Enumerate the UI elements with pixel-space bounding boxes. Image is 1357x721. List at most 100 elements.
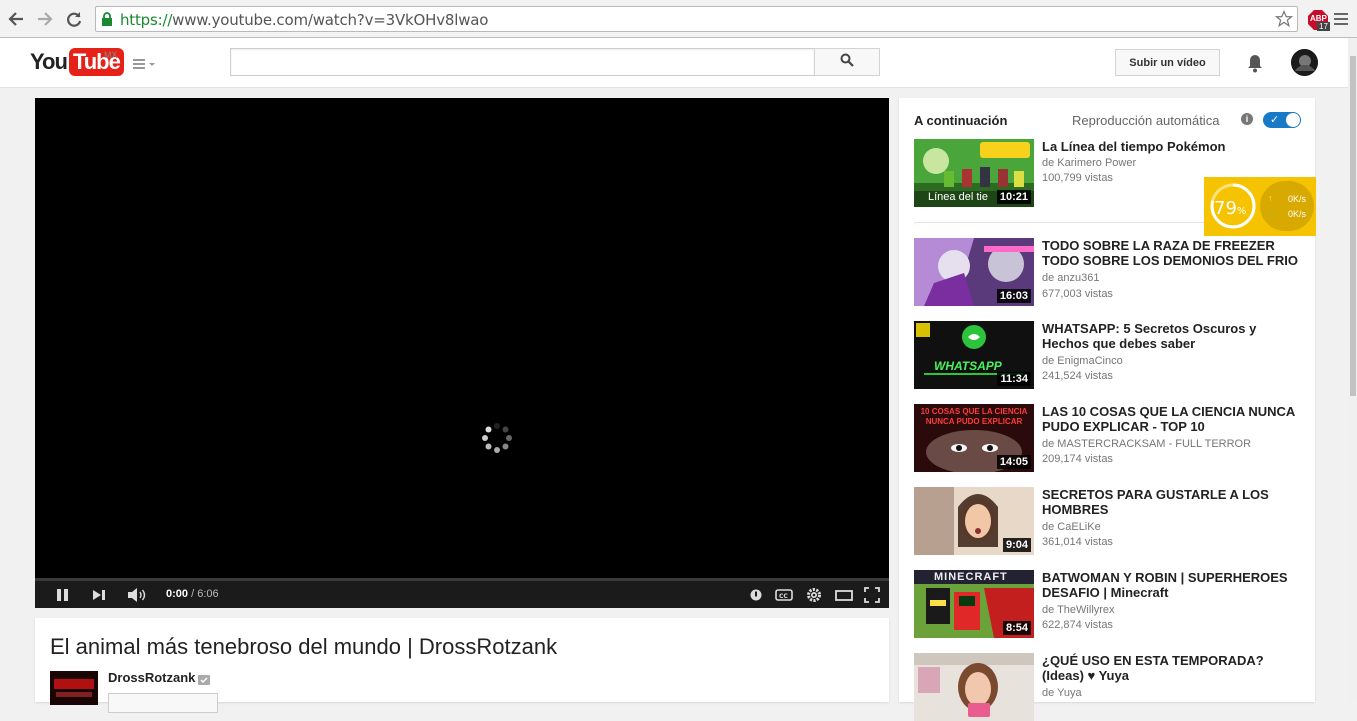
related-video-channel: de EnigmaCinco xyxy=(1042,355,1123,367)
related-video-title[interactable]: ¿QUÉ USO EN ESTA TEMPORADA? (Ideas) ♥ Yu… xyxy=(1042,653,1304,683)
related-video-title[interactable]: TODO SOBRE LA RAZA DE FREEZER TODO SOBRE… xyxy=(1042,238,1304,268)
subscribe-button[interactable] xyxy=(108,693,218,713)
up-next-heading: A continuación xyxy=(914,113,1008,128)
browser-toolbar: https://www.youtube.com/watch?v=3VkOHv8l… xyxy=(0,0,1357,38)
reload-button[interactable] xyxy=(64,8,84,30)
adblock-extension-icon[interactable]: ABP 17 xyxy=(1307,9,1330,31)
annotations-icon[interactable] xyxy=(748,587,764,603)
video-title: El animal más tenebroso del mundo | Dros… xyxy=(50,634,558,659)
autoplay-toggle[interactable]: ✓ xyxy=(1263,112,1301,128)
lock-icon xyxy=(101,12,113,31)
related-video-title[interactable]: LAS 10 COSAS QUE LA CIENCIA NUNCA PUDO E… xyxy=(1042,404,1304,434)
search-button[interactable] xyxy=(814,48,880,76)
video-thumbnail[interactable]: MINECRAFT 8:54 xyxy=(914,570,1034,638)
download-arrow-icon: ↓ xyxy=(1268,208,1273,218)
logo-you: You xyxy=(30,49,68,74)
upload-speed: 0K/s xyxy=(1287,194,1306,204)
video-thumbnail[interactable]: 10 COSAS QUE LA CIENCIA NUNCA PUDO EXPLI… xyxy=(914,404,1034,472)
upload-arrow-icon: ↑ xyxy=(1268,193,1273,203)
video-duration-badge: 11:34 xyxy=(997,372,1031,386)
search-input[interactable] xyxy=(230,48,815,76)
fullscreen-icon[interactable] xyxy=(864,587,880,603)
forward-button[interactable] xyxy=(35,8,55,30)
related-video-views: 361,014 vistas xyxy=(1042,536,1113,548)
video-duration-badge: 16:03 xyxy=(996,289,1031,303)
account-avatar[interactable] xyxy=(1291,49,1318,76)
related-video-channel: de TheWillyrex xyxy=(1042,604,1115,616)
abp-badge: 17 xyxy=(1317,22,1330,31)
related-video-item[interactable]: MINECRAFT 8:54 BATWOMAN Y ROBIN | SUPERH… xyxy=(914,570,1314,638)
related-video-item[interactable]: WHATSAPP 11:34 WHATSAPP: 5 Secretos Oscu… xyxy=(914,321,1314,389)
guide-menu-button[interactable] xyxy=(133,57,159,71)
toggle-knob xyxy=(1286,113,1300,127)
player-controls: 0:00 / 6:06 CC xyxy=(35,581,889,608)
related-video-channel: de anzu361 xyxy=(1042,272,1100,284)
video-duration: / 6:06 xyxy=(191,588,219,600)
search-icon xyxy=(840,53,854,72)
video-thumbnail[interactable]: WHATSAPP 11:34 xyxy=(914,321,1034,389)
related-video-item[interactable]: 10 COSAS QUE LA CIENCIA NUNCA PUDO EXPLI… xyxy=(914,404,1314,472)
speed-readout: ↑ 0K/s ↓ 0K/s xyxy=(1260,181,1314,231)
related-video-channel: de CaELiKe xyxy=(1042,521,1101,533)
video-thumbnail[interactable]: Línea del tie 10:21 xyxy=(914,139,1034,207)
video-info-card: El animal más tenebroso del mundo | Dros… xyxy=(35,618,889,713)
related-video-item[interactable]: 16:03 TODO SOBRE LA RAZA DE FREEZER TODO… xyxy=(914,238,1314,306)
time-display: 0:00 / 6:06 xyxy=(166,588,219,600)
related-video-channel: de MASTERCRACKSAM - FULL TERROR xyxy=(1042,438,1252,450)
related-video-views: 622,874 vistas xyxy=(1042,619,1113,631)
thumbnail-caption: Línea del tie xyxy=(928,191,988,203)
youtube-masthead: You Tube MX Subir un vídeo xyxy=(0,38,1357,88)
video-thumbnail[interactable]: 9:04 xyxy=(914,487,1034,555)
video-duration-badge: 8:54 xyxy=(1002,621,1031,635)
thumbnail-caption: 10 COSAS QUE LA CIENCIA NUNCA PUDO EXPLI… xyxy=(920,407,1028,426)
theater-mode-icon[interactable] xyxy=(835,587,853,603)
related-video-views: 209,174 vistas xyxy=(1042,453,1113,465)
autoplay-info-icon[interactable]: i xyxy=(1241,113,1253,125)
browser-menu-icon[interactable] xyxy=(1332,10,1350,28)
related-video-item[interactable]: ¿QUÉ USO EN ESTA TEMPORADA? (Ideas) ♥ Yu… xyxy=(914,653,1314,721)
url-text: https://www.youtube.com/watch?v=3VkOHv8l… xyxy=(120,11,488,29)
related-video-channel: de Yuya xyxy=(1042,687,1082,699)
related-video-title[interactable]: SECRETOS PARA GUSTARLE A LOS HOMBRES xyxy=(1042,487,1304,517)
verified-badge-icon xyxy=(198,672,210,685)
volume-icon[interactable] xyxy=(127,587,147,603)
upload-button[interactable]: Subir un vídeo xyxy=(1115,49,1220,76)
channel-name[interactable]: DrossRotzank xyxy=(108,670,195,685)
back-button[interactable] xyxy=(6,8,26,30)
current-time: 0:00 xyxy=(166,588,189,600)
channel-thumbnail[interactable] xyxy=(50,671,98,705)
page-scrollbar-thumb[interactable] xyxy=(1350,56,1356,396)
pause-icon[interactable] xyxy=(55,587,71,603)
check-icon: ✓ xyxy=(1270,114,1280,126)
bookmark-star-icon[interactable] xyxy=(1274,9,1294,33)
address-bar[interactable]: https://www.youtube.com/watch?v=3VkOHv8l… xyxy=(95,6,1298,32)
related-video-title[interactable]: WHATSAPP: 5 Secretos Oscuros y Hechos qu… xyxy=(1042,321,1304,351)
memory-percent: 79% xyxy=(1214,198,1246,219)
related-video-title[interactable]: BATWOMAN Y ROBIN | SUPERHEROES DESAFIO |… xyxy=(1042,570,1304,600)
settings-gear-icon[interactable] xyxy=(806,587,822,603)
video-duration-badge: 10:21 xyxy=(996,190,1031,204)
video-thumbnail[interactable] xyxy=(914,653,1034,721)
video-player[interactable] xyxy=(35,98,889,608)
video-duration-badge: 14:05 xyxy=(996,455,1031,469)
download-speed: 0K/s xyxy=(1287,209,1306,219)
video-duration-badge: 9:04 xyxy=(1002,538,1031,552)
network-speed-widget[interactable]: 79% ↑ 0K/s ↓ 0K/s xyxy=(1204,177,1316,236)
captions-icon[interactable]: CC xyxy=(775,587,793,603)
memory-percent-value: 79 xyxy=(1214,198,1237,219)
thumbnail-caption: WHATSAPP xyxy=(934,359,1002,373)
related-video-views: 100,799 vistas xyxy=(1042,172,1113,184)
video-thumbnail[interactable]: 16:03 xyxy=(914,238,1034,306)
related-video-item[interactable]: 9:04 SECRETOS PARA GUSTARLE A LOS HOMBRE… xyxy=(914,487,1314,555)
thumbnail-caption: MINECRAFT xyxy=(934,571,1008,583)
region-code: MX xyxy=(104,50,118,60)
svg-text:CC: CC xyxy=(779,593,788,600)
next-video-icon[interactable] xyxy=(91,587,107,603)
related-video-views: 677,003 vistas xyxy=(1042,288,1113,300)
url-scheme: https:// xyxy=(120,11,173,29)
related-video-channel: de Karimero Power xyxy=(1042,157,1137,169)
related-video-title[interactable]: La Línea del tiempo Pokémon xyxy=(1042,139,1304,154)
notifications-bell-icon[interactable] xyxy=(1244,52,1266,74)
url-path: www.youtube.com/watch?v=3VkOHv8lwao xyxy=(172,11,489,29)
loading-spinner-icon xyxy=(479,420,515,456)
